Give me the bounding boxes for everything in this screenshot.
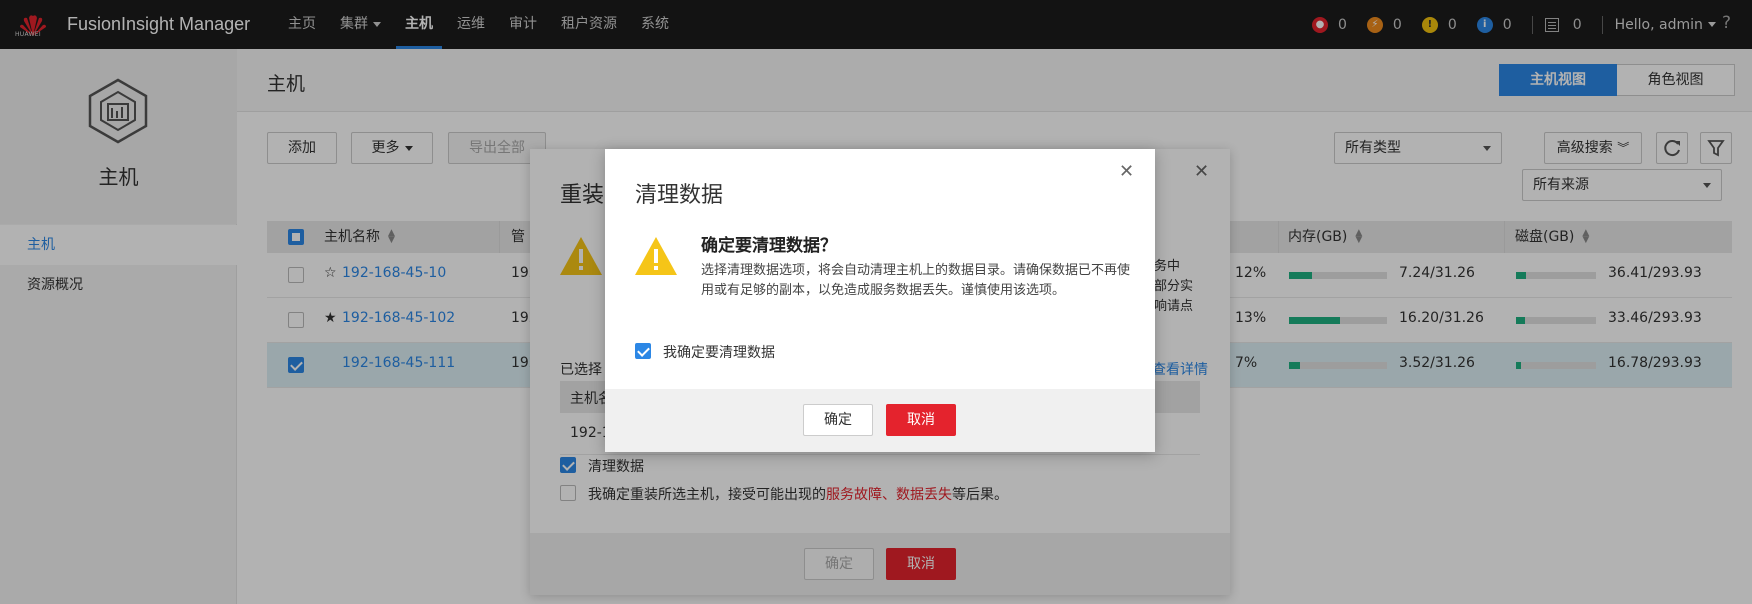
clean-ok-button[interactable]: 确定	[803, 404, 873, 436]
clean-data-question: 确定要清理数据？	[701, 236, 837, 256]
warning-icon	[635, 237, 677, 275]
clean-data-description: 选择清理数据选项，将会自动清理主机上的数据目录。请确保数据已不再使用或有足够的副…	[701, 263, 1131, 298]
clean-data-dialog-footer: 确定 取消	[605, 389, 1155, 452]
clean-data-dialog: 清理数据 ✕ 确定要清理数据？ 选择清理数据选项，将会自动清理主机上的数据目录。…	[605, 149, 1155, 452]
clean-data-dialog-title: 清理数据	[635, 183, 724, 208]
clean-cancel-button[interactable]: 取消	[886, 404, 956, 436]
confirm-clean-checkbox[interactable]	[635, 343, 651, 359]
close-icon[interactable]: ✕	[1119, 161, 1134, 182]
